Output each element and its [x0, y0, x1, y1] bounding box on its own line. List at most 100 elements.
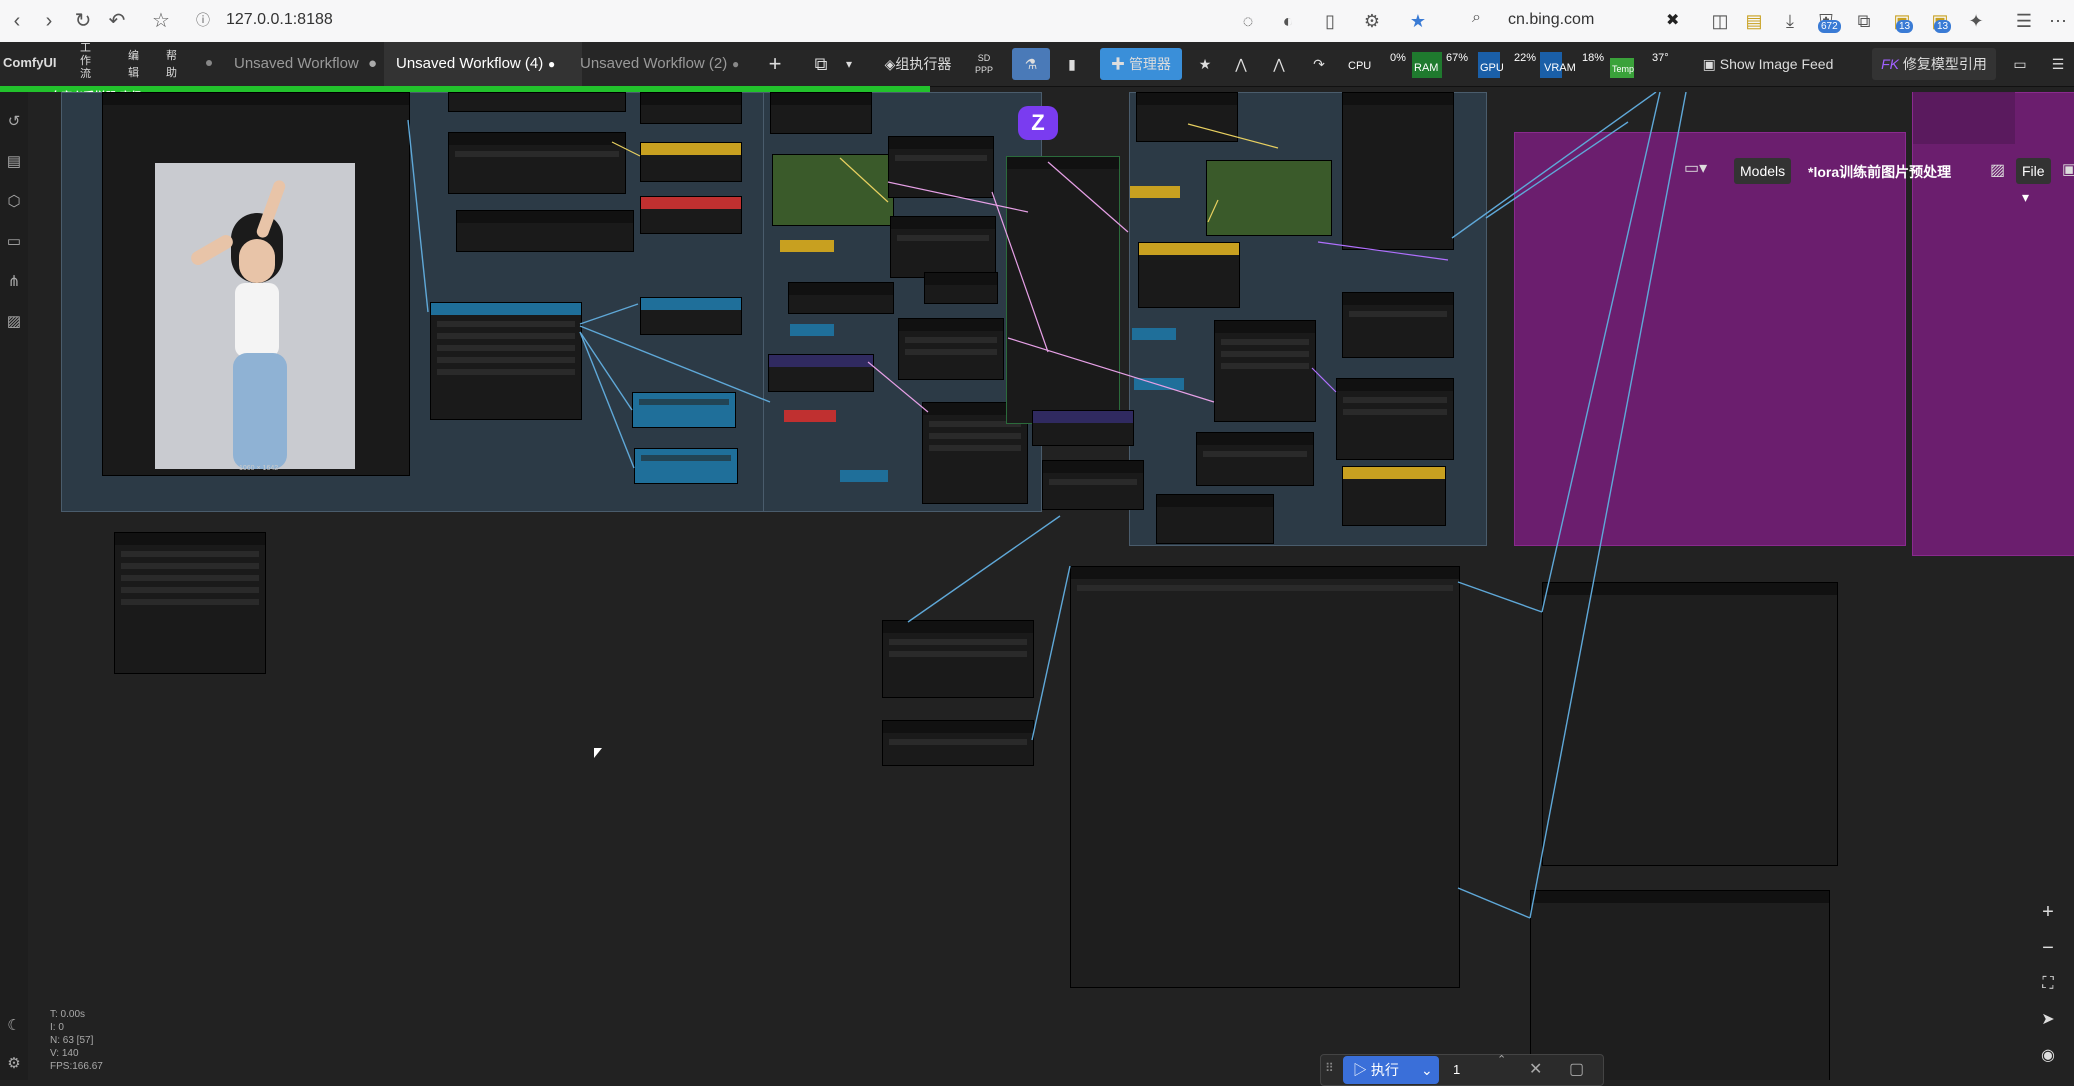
sd-ppp-button[interactable]: SD PPP — [972, 48, 996, 84]
tab-label: Unsaved Workflow (4) — [396, 55, 544, 72]
image-gallery-icon[interactable]: ▨ — [4, 312, 24, 332]
hamburger-menu-icon[interactable]: ☰ — [2046, 48, 2070, 80]
folder-icon[interactable]: ▭ — [4, 232, 24, 252]
search-engine-text: cn.bing.com — [1508, 11, 1595, 28]
share-icon[interactable]: ⋀ — [1228, 48, 1254, 80]
tab-close-icon[interactable]: ● — [368, 42, 377, 86]
fk-icon: FK — [1881, 56, 1903, 72]
chevron-down-icon[interactable]: ▾ — [838, 48, 860, 80]
settings-gear-icon[interactable]: ⚙ — [4, 1054, 24, 1074]
wire-layer — [407, 92, 1687, 919]
image-icon[interactable]: ▨ — [1990, 160, 2005, 180]
workflow-canvas[interactable]: 1060 × 1642 Z ▭▾ Models *lora训练前图片预处理 ▨ … — [28, 92, 2074, 1080]
ram-label: RAM — [1414, 62, 1439, 74]
reader-view-icon[interactable]: ▯ — [1318, 9, 1342, 33]
search-icon: ⌕ — [1472, 9, 1481, 26]
puzzle-icon: ✚ — [1111, 56, 1129, 72]
group-executor-label: 组执行器 — [895, 56, 952, 72]
drag-handle-icon[interactable]: ⠿ — [1325, 1061, 1334, 1075]
node-library-icon[interactable]: ⬡ — [4, 192, 24, 212]
extension-badge-1: 672 — [1818, 20, 1841, 33]
show-image-feed-label: Show Image Feed — [1719, 56, 1834, 72]
site-info-icon[interactable]: ⓘ — [196, 10, 216, 30]
tab-label: Unsaved Workflow — [234, 55, 359, 72]
download-icon[interactable]: ⤓ — [1778, 9, 1802, 33]
panel-toggle-icon[interactable]: ▭ — [2008, 48, 2032, 80]
models-label: Models — [1740, 163, 1786, 179]
extension-gear-icon[interactable]: ⚙ — [1360, 9, 1384, 33]
back-icon[interactable]: ‹ — [4, 8, 30, 34]
browser-menu-icon[interactable]: ⋯ — [2046, 9, 2070, 33]
extension-badge-2: 13 — [1896, 20, 1914, 33]
queue-icon[interactable]: ▤ — [4, 152, 24, 172]
new-tab-icon[interactable]: + — [762, 48, 788, 80]
address-bar[interactable]: ⓘ 127.0.0.1:8188 — [190, 6, 1390, 36]
visibility-eye-icon[interactable]: ◉ — [2034, 1042, 2062, 1070]
forward-icon[interactable]: › — [36, 8, 62, 34]
menu-help[interactable]: 帮助 — [166, 48, 178, 82]
forward-arrow-icon[interactable]: ↷ — [1306, 48, 1332, 80]
collection-icon[interactable]: ▤ — [1742, 9, 1766, 33]
models-button[interactable]: Models — [1734, 158, 1792, 184]
group-executor-button[interactable]: ◈组执行器 — [878, 48, 958, 80]
undo-history-icon[interactable]: ↶ — [104, 8, 130, 34]
star-icon[interactable]: ★ — [1192, 48, 1218, 80]
show-image-feed-button[interactable]: ▣ Show Image Feed — [1690, 48, 1846, 80]
left-sidebar: ↺ ▤ ⬡ ▭ ⋔ ▨ ☾ ⚙ — [0, 92, 28, 1080]
comfy-menubar: ComfyUI 工作流 编辑 帮助 Unsaved Workflow ● Uns… — [0, 42, 2074, 87]
select-mode-icon[interactable]: ➤ — [2034, 1006, 2062, 1034]
bookmark-icon[interactable]: ▮ — [1060, 48, 1084, 80]
menu-workflow[interactable]: 工作流 — [80, 42, 92, 81]
folder-open-icon[interactable]: ▭▾ — [1684, 158, 1724, 184]
tab-close-icon[interactable]: ● — [548, 42, 555, 86]
tab-close-icon[interactable]: ● — [732, 42, 739, 86]
stat-v: V: 140 — [50, 1048, 79, 1059]
gpu-value: 22% — [1514, 52, 1537, 64]
bookmark-star-icon[interactable]: ☆ — [148, 8, 174, 34]
cpu-label: CPU — [1348, 60, 1372, 72]
workflow-name: *lora训练前图片预处理 — [1808, 164, 1952, 180]
node-icon[interactable]: ⋀ — [1266, 48, 1292, 80]
mouse-cursor-icon — [594, 748, 602, 758]
clear-search-icon[interactable]: ✖ — [1666, 10, 1679, 30]
tab-actions-icon[interactable]: ⧉ — [1852, 9, 1876, 33]
search-box[interactable]: ⌕ cn.bing.com ✖ — [1462, 6, 1692, 36]
tab-unsaved-workflow[interactable]: Unsaved Workflow ● — [222, 42, 394, 86]
model-panel-bar: ▭▾ Models *lora训练前图片预处理 ▨ File ▾ — [1684, 158, 2051, 205]
fit-view-icon[interactable]: ⛶ — [2034, 970, 2062, 998]
app-title: ComfyUI — [3, 55, 57, 70]
favorite-star-icon[interactable]: ★ — [1406, 9, 1430, 33]
batch-count[interactable]: 1 — [1453, 1062, 1460, 1077]
zoom-out-icon[interactable]: − — [2034, 934, 2062, 962]
stat-i: I: 0 — [50, 1022, 64, 1033]
flask-icon: ⚗ — [1024, 56, 1038, 72]
play-icon: ▷ — [1353, 1062, 1371, 1078]
model-library-icon[interactable]: ⋔ — [4, 272, 24, 292]
increment-icon[interactable]: ⌃ — [1497, 1053, 1506, 1066]
hide-icon[interactable]: ◌ — [1236, 9, 1260, 33]
extension-badge-3: 13 — [1934, 20, 1952, 33]
manager-button[interactable]: ✚ 管理器 — [1100, 48, 1182, 80]
stat-nodes: N: 63 [57] — [50, 1035, 94, 1046]
layers-icon: ◈ — [884, 56, 896, 72]
extensions-puzzle-icon[interactable]: ✦ — [1964, 9, 1988, 33]
theme-moon-icon[interactable]: ☾ — [4, 1016, 24, 1036]
fix-model-button[interactable]: FK 修复模型引用 — [1872, 48, 1996, 80]
sd-icon-button[interactable]: ⚗ — [1012, 48, 1050, 80]
reload-icon[interactable]: ↻ — [70, 8, 96, 34]
favorites-list-icon[interactable]: ☰ — [2012, 9, 2036, 33]
tab-unsaved-workflow-2[interactable]: Unsaved Workflow (2) ● — [572, 42, 750, 86]
history-icon[interactable]: ↺ — [4, 112, 24, 132]
cancel-icon[interactable]: ✕ — [1529, 1059, 1542, 1079]
zoom-in-icon[interactable]: + — [2034, 898, 2062, 926]
copy-icon[interactable]: ⧉ — [808, 48, 834, 80]
clear-queue-icon[interactable]: ▢ — [1569, 1059, 1584, 1079]
fix-model-label: 修复模型引用 — [1902, 56, 1987, 72]
browser-toolbar: ‹ › ↻ ↶ ☆ ⓘ 127.0.0.1:8188 ◌ ◐ ▯ ⚙ ★ ⌕ c… — [0, 0, 2074, 43]
menu-edit[interactable]: 编辑 — [128, 48, 140, 82]
screenshot-icon[interactable]: ◫ — [1708, 9, 1732, 33]
read-aloud-icon[interactable]: ◐ — [1276, 9, 1300, 33]
tab-unsaved-workflow-4[interactable]: Unsaved Workflow (4) ● — [384, 42, 582, 86]
file-menu-button[interactable]: File ▾ — [2016, 158, 2051, 205]
save-icon[interactable]: ▣ — [2062, 160, 2074, 178]
